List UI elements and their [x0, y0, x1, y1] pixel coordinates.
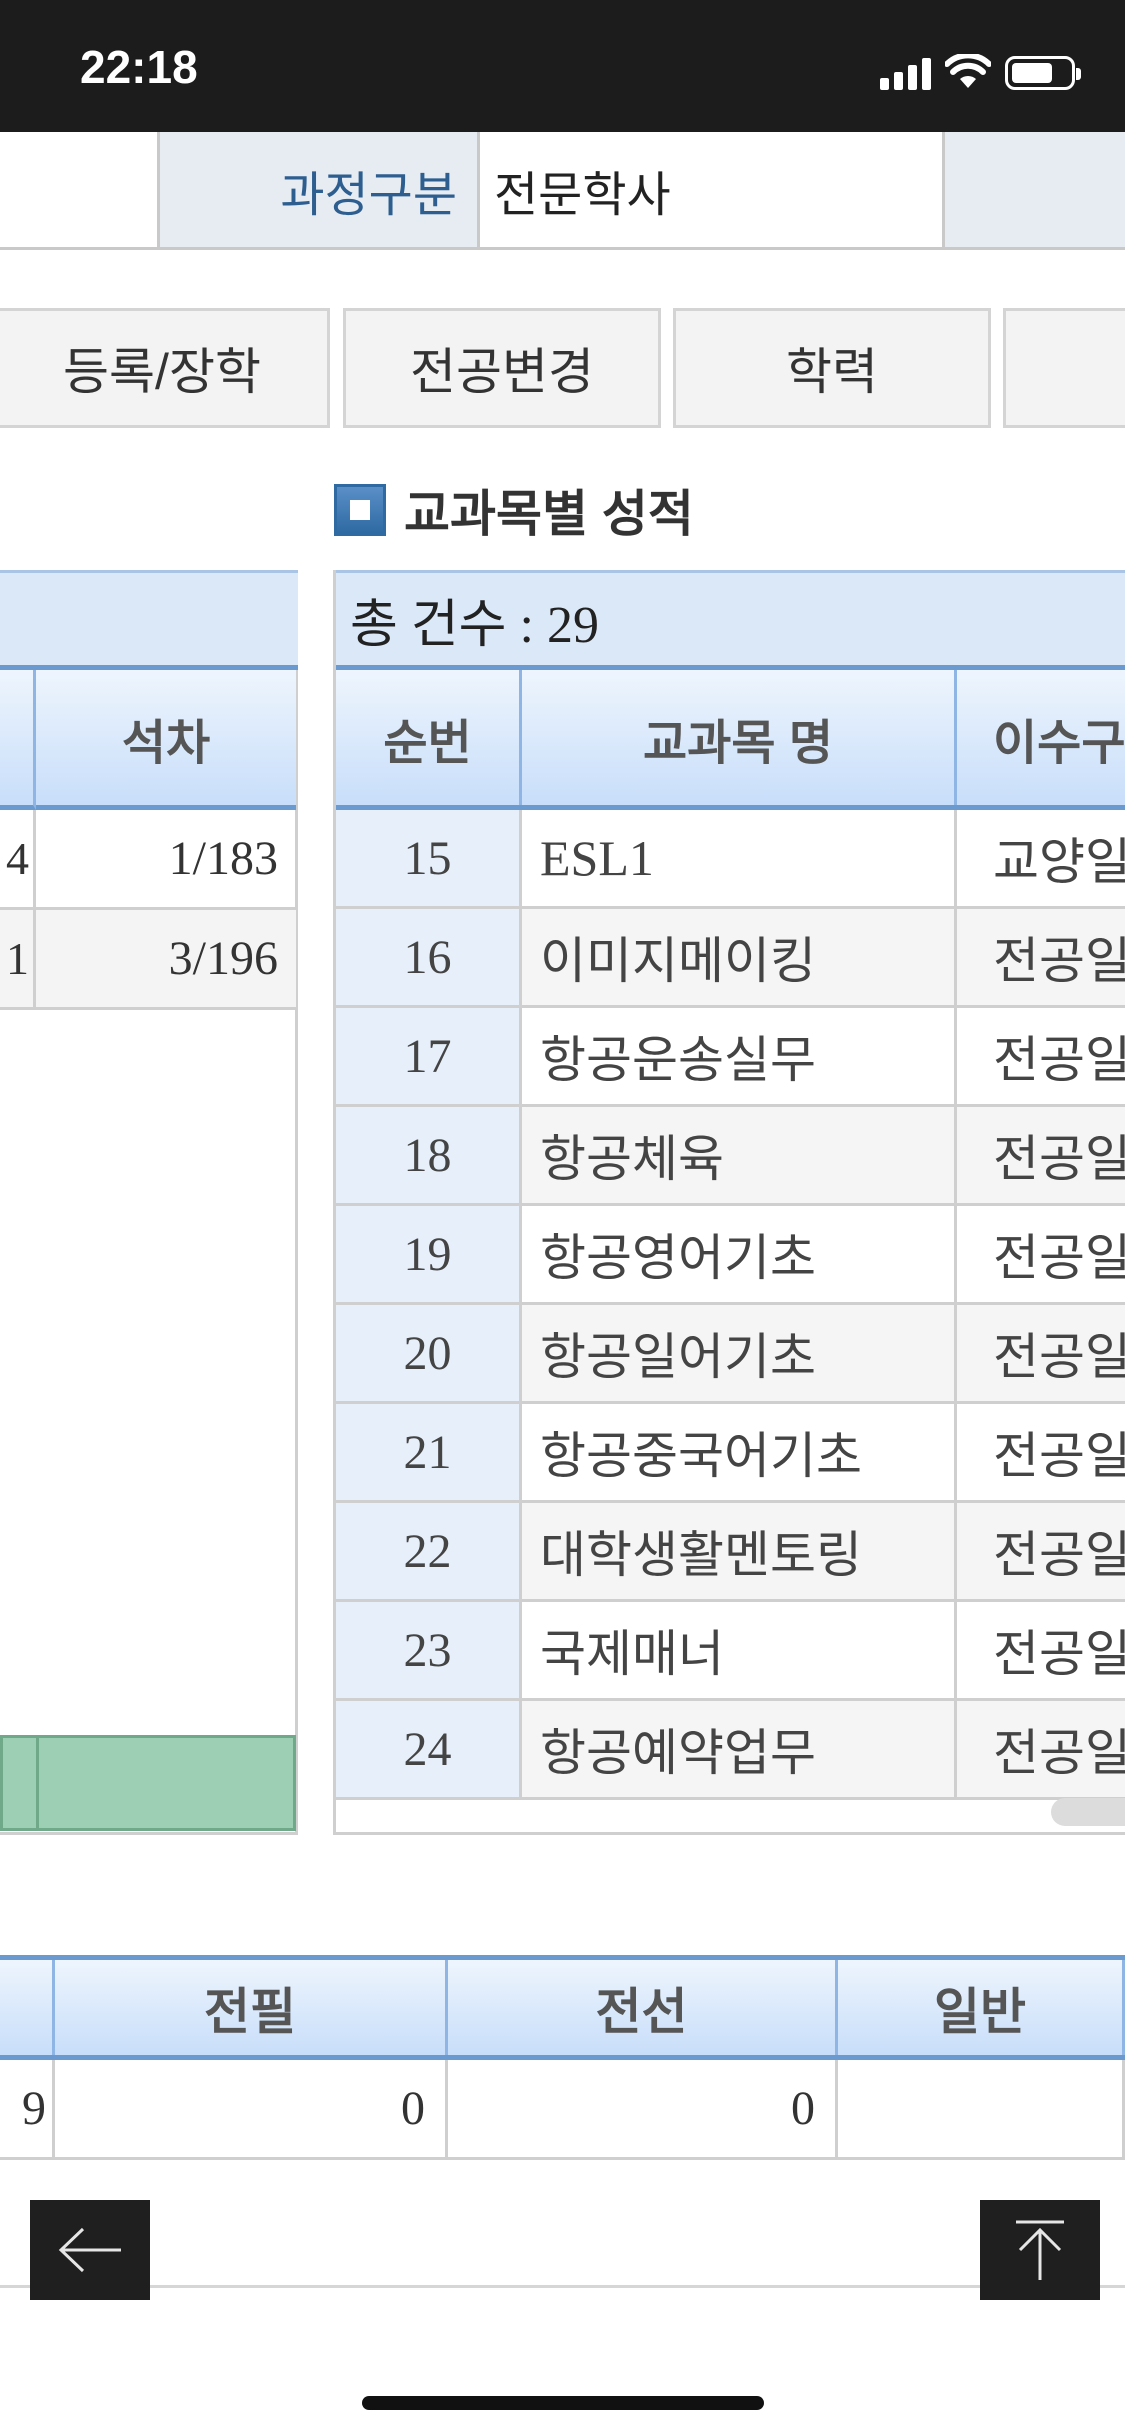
- horizontal-scrollbar[interactable]: [1051, 1798, 1125, 1826]
- cell-partial: 9: [0, 2060, 55, 2157]
- subject-grade-table[interactable]: 총 건수 : 29 순번 교과목 명 이수구 15 ESL1 교양일 16 이미…: [333, 570, 1125, 1835]
- table-row: 18 항공체육 전공일: [336, 1107, 1125, 1206]
- course-type-label: 과정구분: [160, 132, 480, 250]
- cell-partial: 1: [0, 910, 36, 1007]
- section-title-text: 교과목별 성적: [404, 486, 694, 542]
- header-rank: 석차: [36, 670, 296, 810]
- course-info-row: 과정구분 전문학사: [0, 132, 1125, 250]
- tab-bar: 등록/장학 전공변경 학력: [0, 308, 1125, 428]
- cell-course-type: 전공일: [957, 1503, 1125, 1599]
- cell-subject-name: 국제매너: [522, 1602, 957, 1698]
- cell-subject-name: 이미지메이킹: [522, 909, 957, 1005]
- semester-grade-table: 석차 4 1/183 1 3/196: [0, 570, 298, 1835]
- table-row: 20 항공일어기초 전공일: [336, 1305, 1125, 1404]
- table-row: 21 항공중국어기초 전공일: [336, 1404, 1125, 1503]
- cell-course-type: 전공일: [957, 1107, 1125, 1203]
- cell-major-elective: 0: [448, 2060, 838, 2157]
- cell-subject-name: 항공영어기초: [522, 1206, 957, 1302]
- cell-no: 20: [336, 1305, 522, 1401]
- cell-course-type: 전공일: [993, 1230, 1125, 1286]
- footer-cell: [3, 1738, 39, 1828]
- bottom-divider: [0, 2285, 1125, 2288]
- table-row: 4 1/183: [0, 810, 296, 910]
- header-major-required: 전필: [55, 1960, 448, 2055]
- header-subject-name: 교과목 명: [522, 670, 957, 805]
- cell-no: 15: [336, 810, 522, 906]
- cell-major-required: 0: [55, 2060, 448, 2157]
- home-indicator[interactable]: [362, 2396, 764, 2410]
- cell-course-type: 전공일: [993, 1032, 1125, 1088]
- arrow-left-icon: [58, 2227, 121, 2273]
- status-icons: [880, 50, 1081, 90]
- cell-course-type: 전공일: [957, 1305, 1125, 1401]
- semester-table-header: 석차: [0, 670, 296, 810]
- cell-no: 24: [336, 1701, 522, 1797]
- cell-no: 18: [336, 1107, 522, 1203]
- subject-table-body: 15 ESL1 교양일 16 이미지메이킹 전공일 17 항공운송실무 전공일 …: [336, 810, 1125, 1800]
- header-major-elective: 전선: [448, 1960, 838, 2055]
- header-course-type: 이수구: [993, 716, 1125, 770]
- table-row: 19 항공영어기초 전공일: [336, 1206, 1125, 1305]
- table-row: 15 ESL1 교양일: [336, 810, 1125, 909]
- square-bullet-icon: [334, 484, 386, 536]
- info-cell-blank: [0, 132, 160, 250]
- cell-course-type: 전공일: [993, 1428, 1125, 1484]
- cell-rank: 1/183: [168, 832, 278, 885]
- cell-partial: 4: [0, 810, 36, 907]
- info-cell-tail: [945, 132, 1125, 250]
- total-count: 총 건수 : 29: [336, 570, 1125, 670]
- cell-subject-name: ESL1: [522, 810, 957, 906]
- table-row: 23 국제매너 전공일: [336, 1602, 1125, 1701]
- scroll-top-button[interactable]: [980, 2200, 1100, 2300]
- back-button[interactable]: [30, 2200, 150, 2300]
- summary-header: 전필 전선 일반: [0, 1955, 1125, 2060]
- battery-icon: [1005, 56, 1081, 90]
- semester-table-top-bar: [0, 570, 298, 670]
- cell-subject-name: 항공일어기초: [522, 1305, 957, 1401]
- tab-next[interactable]: [1003, 308, 1125, 428]
- header-general: 일반: [838, 1960, 1125, 2055]
- tab-registration-scholarship[interactable]: 등록/장학: [0, 308, 330, 428]
- table-row: 22 대학생활멘토링 전공일: [336, 1503, 1125, 1602]
- cell-course-type: 전공일: [993, 1626, 1125, 1682]
- cell-no: 16: [336, 909, 522, 1005]
- table-row: 9 0 0: [0, 2060, 1125, 2160]
- header-cell-partial: [0, 1960, 55, 2055]
- header-cell-partial: [0, 670, 36, 810]
- cell-subject-name: 항공중국어기초: [522, 1404, 957, 1500]
- tab-education[interactable]: 학력: [673, 308, 991, 428]
- cell-general: [838, 2060, 1125, 2157]
- table-row: 1 3/196: [0, 910, 296, 1010]
- table-row: 24 항공예약업무 전공일: [336, 1701, 1125, 1800]
- subject-table-header: 순번 교과목 명 이수구: [336, 670, 1125, 810]
- status-time: 22:18: [80, 41, 198, 93]
- cell-subject-name: 대학생활멘토링: [522, 1503, 957, 1599]
- cell-no: 21: [336, 1404, 522, 1500]
- credit-summary-table: 전필 전선 일반 9 0 0: [0, 1955, 1125, 2160]
- course-type-value: 전문학사: [480, 132, 945, 250]
- cell-no: 23: [336, 1602, 522, 1698]
- table-row: 16 이미지메이킹 전공일: [336, 909, 1125, 1008]
- cell-subject-name: 항공체육: [522, 1107, 957, 1203]
- cell-course-type: 전공일: [957, 1701, 1125, 1797]
- arrow-up-to-top-icon: [1016, 2220, 1064, 2280]
- cell-no: 19: [336, 1206, 522, 1302]
- table-row: 17 항공운송실무 전공일: [336, 1008, 1125, 1107]
- cell-subject-name: 항공운송실무: [522, 1008, 957, 1104]
- cell-course-type: 전공일: [957, 909, 1125, 1005]
- header-no: 순번: [336, 670, 522, 805]
- semester-table-footer: [0, 1735, 296, 1831]
- cell-no: 22: [336, 1503, 522, 1599]
- signal-icon: [880, 56, 931, 90]
- wifi-icon: [945, 54, 991, 88]
- cell-no: 17: [336, 1008, 522, 1104]
- section-title: 교과목별 성적: [334, 480, 694, 542]
- tab-major-change[interactable]: 전공변경: [343, 308, 661, 428]
- status-bar: 22:18: [0, 0, 1125, 132]
- cell-rank: 3/196: [168, 932, 278, 985]
- cell-course-type: 교양일: [993, 834, 1125, 890]
- cell-subject-name: 항공예약업무: [522, 1701, 957, 1797]
